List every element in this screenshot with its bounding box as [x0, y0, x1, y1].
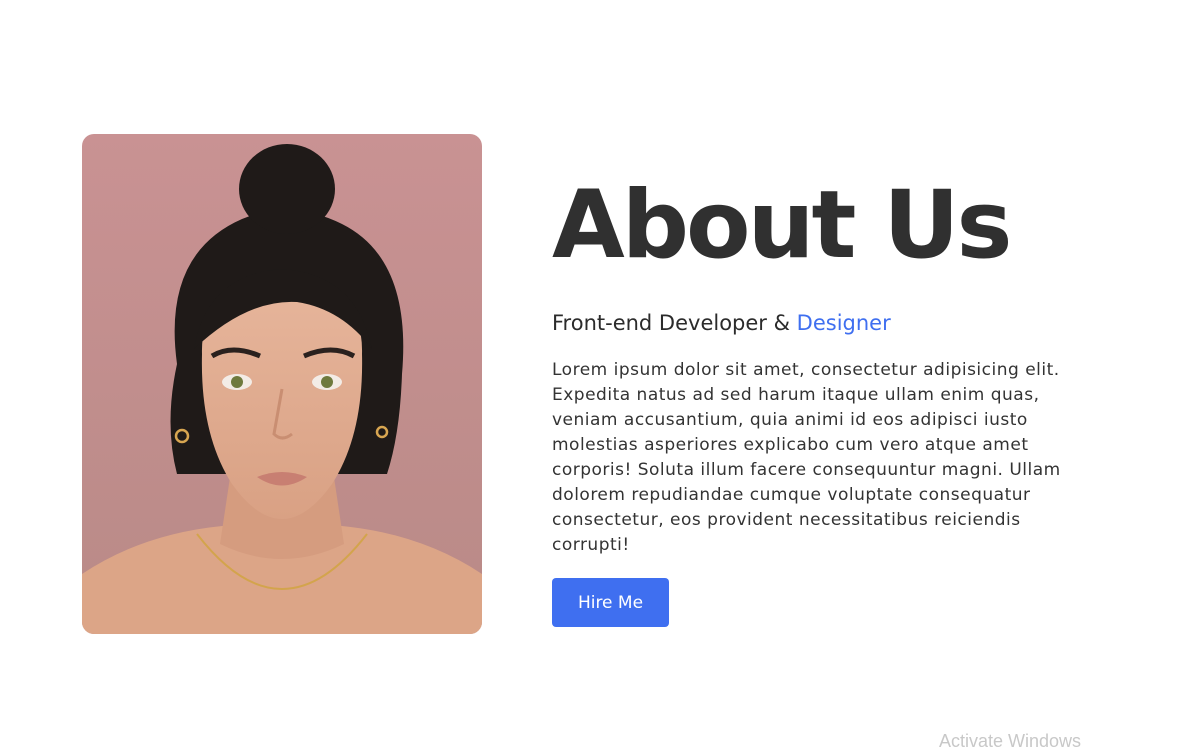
activate-windows-watermark: Activate Windows	[939, 731, 1082, 751]
profile-photo	[82, 134, 482, 634]
about-section: About Us Front-end Developer & Designer …	[552, 170, 1097, 627]
subtitle-role: Front-end Developer &	[552, 311, 797, 335]
description-text: Lorem ipsum dolor sit amet, consectetur …	[552, 360, 1061, 555]
portrait-illustration	[82, 134, 482, 634]
subtitle: Front-end Developer & Designer	[552, 308, 1097, 338]
subtitle-accent: Designer	[796, 311, 891, 335]
hire-me-button[interactable]: Hire Me	[552, 578, 669, 627]
page-title: About Us	[552, 171, 1012, 280]
